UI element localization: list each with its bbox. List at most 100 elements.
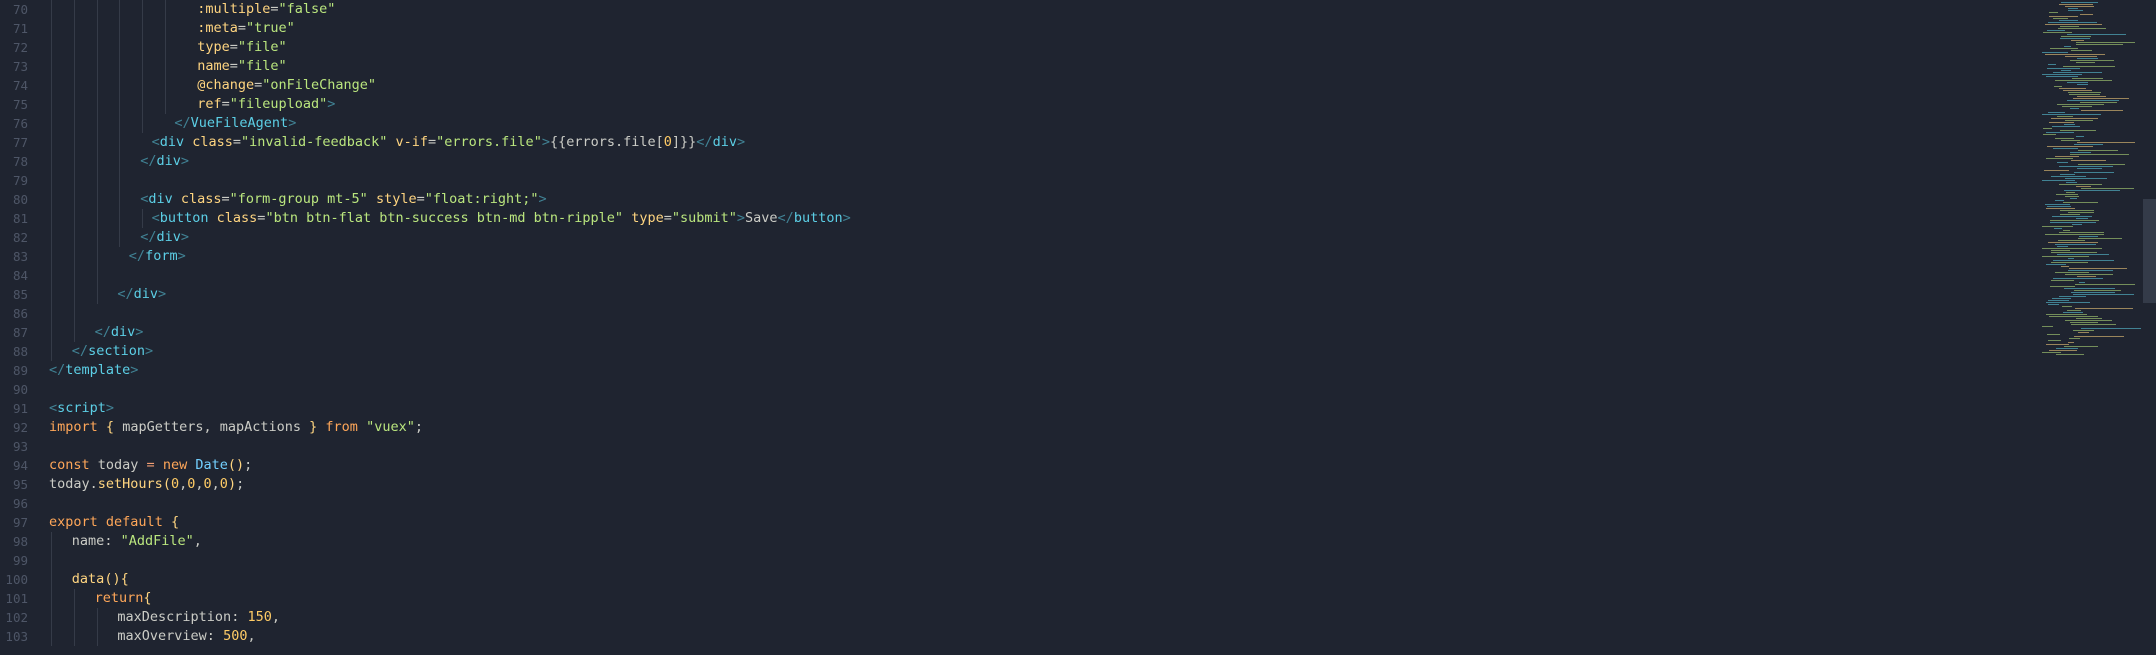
- code-line[interactable]: 101 return{: [0, 589, 2030, 608]
- minimap-line: [2068, 92, 2102, 93]
- minimap-line: [2060, 210, 2095, 211]
- indent-guide: [73, 38, 75, 57]
- minimap-line: [2059, 166, 2113, 167]
- code-line[interactable]: 90: [0, 380, 2030, 399]
- minimap-line: [2049, 316, 2099, 317]
- minimap[interactable]: [2030, 0, 2156, 655]
- minimap-line: [2076, 44, 2124, 45]
- code-line[interactable]: 75 ref="fileupload">: [0, 95, 2030, 114]
- line-number: 96: [12, 496, 28, 511]
- code-line[interactable]: 95 today.setHours(0,0,0,0);: [0, 475, 2030, 494]
- line-number: 100: [5, 572, 28, 587]
- vertical-scrollbar-thumb[interactable]: [2143, 199, 2156, 303]
- code-line[interactable]: 73 name="file": [0, 57, 2030, 76]
- minimap-line: [2076, 318, 2102, 319]
- code-token: >: [130, 362, 139, 378]
- code-token: ,: [211, 476, 220, 492]
- code-line[interactable]: 84: [0, 266, 2030, 285]
- code-line[interactable]: 81 <button class="btn btn-flat btn-succes…: [0, 209, 2030, 228]
- indent-guide: [73, 266, 75, 285]
- line-number: 86: [12, 306, 28, 321]
- code-token: 0: [663, 134, 672, 150]
- code-line[interactable]: 89 </template>: [0, 361, 2030, 380]
- code-text: <button class="btn btn-flat btn-success …: [152, 209, 851, 228]
- code-line[interactable]: 93: [0, 437, 2030, 456]
- minimap-line: [2064, 46, 2072, 47]
- code-text: maxOverview: 500,: [117, 627, 255, 646]
- minimap-line: [2055, 200, 2065, 201]
- code-token: :: [104, 533, 121, 549]
- minimap-line: [2050, 48, 2078, 49]
- code-line[interactable]: 99: [0, 551, 2030, 570]
- code-line[interactable]: 71:meta="true": [0, 19, 2030, 38]
- code-line[interactable]: 78 </div>: [0, 152, 2030, 171]
- code-line[interactable]: 88 </section>: [0, 342, 2030, 361]
- line-number: 102: [5, 610, 28, 625]
- code-token: "form-group mt-5": [229, 191, 368, 207]
- minimap-line: [2053, 148, 2079, 149]
- minimap-line: [2046, 132, 2075, 133]
- minimap-line: [2057, 246, 2068, 247]
- code-text: name: "AddFile",: [72, 532, 202, 551]
- indent-guide: [73, 209, 75, 228]
- code-line[interactable]: 86: [0, 304, 2030, 323]
- indent-guide: [96, 608, 98, 627]
- code-line[interactable]: 87 </div>: [0, 323, 2030, 342]
- code-line[interactable]: 77 <div class="invalid-feedback" v-if="er…: [0, 133, 2030, 152]
- indent-guide: [96, 114, 98, 133]
- indent-guide: [73, 57, 75, 76]
- code-line[interactable]: 70:multiple="false": [0, 0, 2030, 19]
- code-line[interactable]: 91 <script>: [0, 399, 2030, 418]
- code-line[interactable]: 102 maxDescription: 150,: [0, 608, 2030, 627]
- code-token: :multiple: [197, 1, 271, 17]
- minimap-line: [2068, 10, 2083, 11]
- code-editor[interactable]: 70:multiple="false" 71:meta="true" 72 type=…: [0, 0, 2030, 655]
- line-number: 77: [12, 135, 28, 150]
- code-line[interactable]: 97 export default {: [0, 513, 2030, 532]
- code-line[interactable]: 74 @change="onFileChange": [0, 76, 2030, 95]
- line-number: 85: [12, 287, 28, 302]
- code-line[interactable]: 72 type="file": [0, 38, 2030, 57]
- code-token: </: [140, 153, 157, 169]
- minimap-line: [2059, 232, 2104, 233]
- code-token: >: [105, 400, 115, 416]
- minimap-line: [2060, 130, 2097, 131]
- code-token: :: [206, 628, 224, 644]
- code-text: return{: [95, 589, 152, 608]
- code-line[interactable]: 79: [0, 171, 2030, 190]
- code-line[interactable]: 92 import { mapGetters, mapActions } from…: [0, 418, 2030, 437]
- code-token: @change: [197, 77, 255, 93]
- code-line[interactable]: 80 <div class="form-group mt-5" style="fl…: [0, 190, 2030, 209]
- indent-guide: [96, 152, 98, 171]
- minimap-line: [2042, 114, 2101, 115]
- indent-guide: [119, 209, 121, 228]
- minimap-line: [2059, 296, 2086, 297]
- code-line[interactable]: 82 </div>: [0, 228, 2030, 247]
- code-line[interactable]: 76 </VueFileAgent>: [0, 114, 2030, 133]
- code-token: =: [229, 39, 238, 55]
- code-line[interactable]: 98 name: "AddFile",: [0, 532, 2030, 551]
- code-line[interactable]: 103 maxOverview: 500,: [0, 627, 2030, 646]
- code-line[interactable]: 100 data(){: [0, 570, 2030, 589]
- line-number: 99: [12, 553, 28, 568]
- code-line[interactable]: 94 const today = new Date();: [0, 456, 2030, 475]
- minimap-line: [2070, 152, 2092, 153]
- code-token: button: [159, 210, 209, 226]
- code-line[interactable]: 96: [0, 494, 2030, 513]
- indent-guide: [96, 95, 98, 114]
- minimap-line: [2068, 8, 2079, 9]
- minimap-line: [2065, 196, 2079, 197]
- code-token: "onFileChange": [262, 77, 377, 93]
- code-line[interactable]: 85 </div>: [0, 285, 2030, 304]
- minimap-line: [2064, 288, 2115, 289]
- minimap-line: [2065, 56, 2097, 57]
- minimap-line: [2053, 18, 2069, 19]
- indent-guide: [73, 19, 75, 38]
- minimap-line: [2053, 260, 2114, 261]
- minimap-line: [2064, 346, 2099, 347]
- code-line[interactable]: 83 </form>: [0, 247, 2030, 266]
- minimap-line: [2046, 314, 2088, 315]
